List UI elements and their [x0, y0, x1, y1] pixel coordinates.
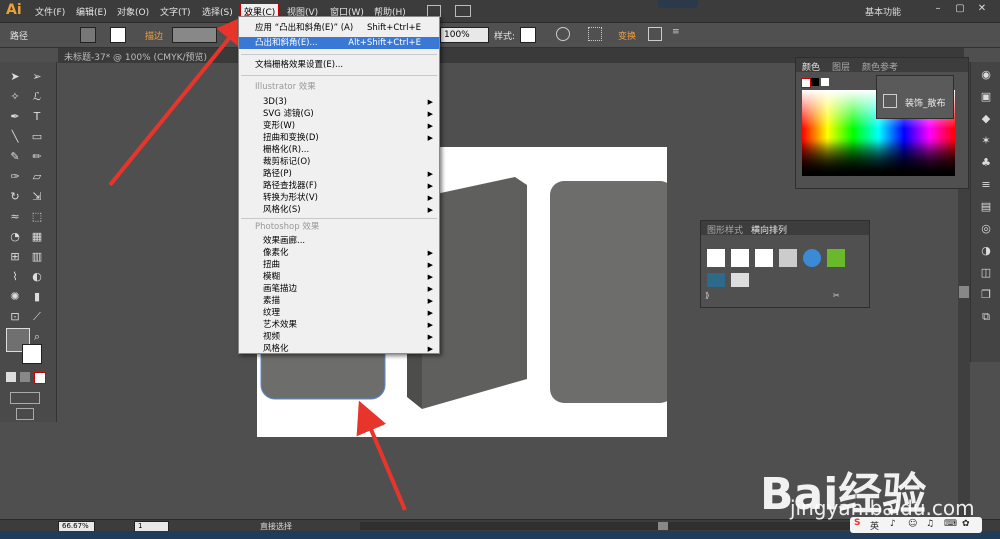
style-swatch-6[interactable] [827, 249, 845, 267]
menu-item-rasterize[interactable]: 栅格化(R)... [239, 144, 439, 156]
menu-separator [241, 75, 437, 76]
none-swatch[interactable] [801, 78, 811, 88]
effect-menu-dropdown: 应用 “凸出和斜角(E)” (A) Shift+Ctrl+E 凸出和斜角(E).… [238, 16, 440, 354]
menu-item-raster-settings[interactable]: 文档栅格效果设置(E)... [239, 59, 439, 71]
graphic-styles-panel: 图形样式 横向排列 ⟫ ✂ [700, 220, 870, 308]
brush-name[interactable]: 装饰_散布 [905, 96, 946, 109]
menu-item-brush-strokes[interactable]: 画笔描边 ▶ [239, 283, 439, 295]
photoshop-effects-header: Photoshop 效果 [255, 222, 320, 232]
sogou-icon[interactable]: S [854, 518, 860, 528]
menu-item-distort-transform[interactable]: 扭曲和变换(D) ▶ [239, 132, 439, 144]
styles-panel-header: 图形样式 横向排列 [701, 221, 869, 236]
style-swatch-1[interactable] [707, 249, 725, 267]
skin-icon[interactable]: ✿ [962, 519, 970, 529]
ime-mode[interactable]: 英 [870, 519, 879, 532]
style-swatch-8[interactable] [731, 273, 749, 287]
tab-graphic-styles[interactable]: 图形样式 [707, 223, 743, 236]
menu-item-stylize[interactable]: 风格化(S) ▶ [239, 204, 439, 216]
menu-item-pixelate[interactable]: 像素化 ▶ [239, 247, 439, 259]
menu-item-crop-marks[interactable]: 裁剪标记(O) [239, 156, 439, 168]
keyboard-icon[interactable]: ⌨ [944, 519, 957, 529]
menu-item-extrude-bevel[interactable]: 凸出和斜角(E)... Alt+Shift+Ctrl+E [239, 37, 439, 49]
menu-item-effect-gallery[interactable]: 效果画廊... [239, 235, 439, 247]
menu-item-path[interactable]: 路径(P) ▶ [239, 168, 439, 180]
menu-item-3d[interactable]: 3D(3) ▶ [239, 96, 439, 108]
menu-item-pathfinder[interactable]: 路径查找器(F) ▶ [239, 180, 439, 192]
tab-color-guide[interactable]: 颜色参考 [862, 60, 898, 73]
menu-item-convert-to-shape[interactable]: 转换为形状(V) ▶ [239, 192, 439, 204]
menu-item-video[interactable]: 视频 ▶ [239, 331, 439, 343]
style-swatch-2[interactable] [731, 249, 749, 267]
brush-icon [883, 94, 897, 108]
white-swatch[interactable] [821, 78, 829, 86]
style-library-icon[interactable]: ⟫ [705, 291, 709, 300]
menu-item-artistic[interactable]: 艺术效果 ▶ [239, 319, 439, 331]
style-swatch-7[interactable] [707, 273, 725, 287]
mic-icon[interactable]: ♫ [926, 519, 934, 529]
arrow-to-rectangle [356, 400, 407, 511]
break-link-icon[interactable]: ✂ [833, 291, 840, 300]
menu-item-distort[interactable]: 扭曲 ▶ [239, 259, 439, 271]
illustrator-effects-header: Illustrator 效果 [255, 82, 316, 92]
arrow-to-effect-menu [108, 13, 250, 187]
brush-popup-panel: 装饰_散布 [876, 75, 954, 119]
style-swatch-4[interactable] [779, 249, 797, 267]
color-panel-header: 颜色 图层 颜色参考 [796, 58, 968, 73]
tab-layers[interactable]: 图层 [832, 60, 850, 73]
tab-color[interactable]: 颜色 [802, 60, 820, 73]
style-swatch-5[interactable] [803, 249, 821, 267]
menu-item-apply-last[interactable]: 应用 “凸出和斜角(E)” (A) Shift+Ctrl+E [239, 22, 439, 34]
h-scroll-thumb[interactable] [658, 522, 668, 530]
menu-item-stylize-ps[interactable]: 风格化 ▶ [239, 343, 439, 355]
menu-separator [241, 218, 437, 219]
menu-item-texture[interactable]: 纹理 ▶ [239, 307, 439, 319]
style-swatch-3[interactable] [755, 249, 773, 267]
ime-toolbar: S 英 ♪ ☺ ♫ ⌨ ✿ [850, 517, 982, 533]
menu-item-warp[interactable]: 变形(W) ▶ [239, 120, 439, 132]
menu-item-blur[interactable]: 模糊 ▶ [239, 271, 439, 283]
menu-item-sketch[interactable]: 素描 ▶ [239, 295, 439, 307]
tab-horizontal[interactable]: 横向排列 [751, 223, 787, 236]
menu-separator [241, 54, 437, 55]
emoji-icon[interactable]: ☺ [908, 519, 917, 529]
black-swatch[interactable] [811, 78, 819, 86]
menu-item-svg-filters[interactable]: SVG 滤镜(G) ▶ [239, 108, 439, 120]
punctuation-icon[interactable]: ♪ [890, 519, 896, 529]
